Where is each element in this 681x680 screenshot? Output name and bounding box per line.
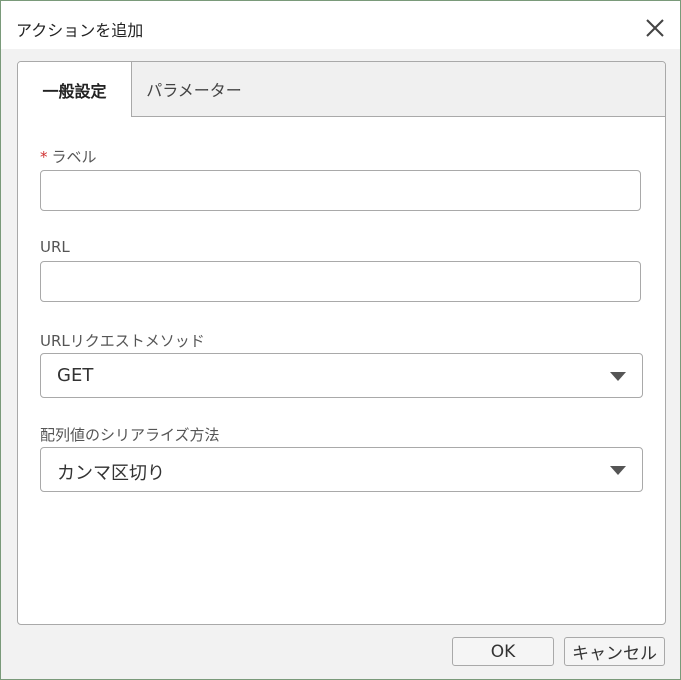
serialization-method-select[interactable]: カンマ区切り <box>40 447 643 492</box>
label-field-text: ラベル <box>51 148 97 166</box>
add-action-dialog: アクションを追加 一般設定 パラメーター * ラベル URL URLリクエストメソ… <box>0 0 681 680</box>
tab-general-settings[interactable]: 一般設定 <box>18 62 132 117</box>
ok-button[interactable]: OK <box>452 637 554 666</box>
dialog-titlebar: アクションを追加 <box>1 1 680 49</box>
serialization-method-value: カンマ区切り <box>57 463 165 484</box>
serialize-field-label: 配列値のシリアライズ方法 <box>40 426 220 444</box>
label-field-label: * ラベル <box>40 146 97 167</box>
cancel-button[interactable]: キャンセル <box>564 637 665 666</box>
chevron-down-icon <box>610 466 626 475</box>
method-field-label: URLリクエストメソッド <box>40 332 205 350</box>
settings-panel: 一般設定 パラメーター * ラベル URL URLリクエストメソッド GET 配列… <box>17 61 666 625</box>
url-input[interactable] <box>40 261 641 302</box>
tab-parameters[interactable]: パラメーター <box>132 62 256 116</box>
tab-bar: 一般設定 パラメーター <box>18 62 665 117</box>
chevron-down-icon <box>610 372 626 381</box>
required-mark: * <box>40 148 48 166</box>
request-method-value: GET <box>57 365 94 386</box>
label-input[interactable] <box>40 170 641 211</box>
close-icon[interactable] <box>642 15 668 41</box>
dialog-title: アクションを追加 <box>16 21 144 40</box>
request-method-select[interactable]: GET <box>40 353 643 398</box>
url-field-label: URL <box>40 238 70 256</box>
dialog-content: 一般設定 パラメーター * ラベル URL URLリクエストメソッド GET 配列… <box>1 49 680 679</box>
